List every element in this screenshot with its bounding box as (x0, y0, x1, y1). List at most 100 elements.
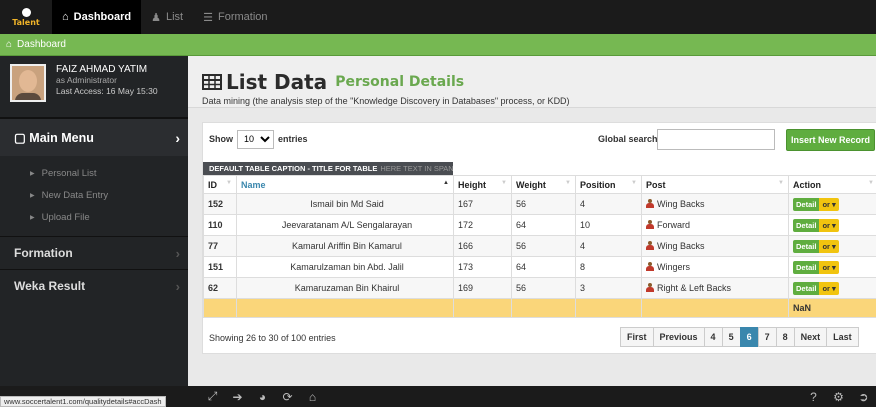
detail-split-button[interactable]: Detail or ▾ (793, 260, 839, 274)
table-footer-row: NaN (203, 298, 876, 318)
sidebar-item-new-data-entry[interactable]: ▶ New Data Entry (0, 184, 188, 206)
cell-height: 169 (453, 277, 512, 299)
cell-id: 110 (203, 214, 237, 236)
global-search-label: Global search: (598, 134, 661, 144)
user-role: as Administrator (56, 75, 117, 85)
cell-post: Wingers (641, 256, 789, 278)
cell-action: Detail or ▾ (788, 235, 876, 257)
detail-split-button[interactable]: Detail or ▾ (793, 239, 839, 253)
cell-weight: 56 (511, 277, 576, 299)
sidebar-group-formation[interactable]: Formation › (0, 236, 188, 269)
footer-total-value: NaN (788, 298, 876, 318)
cell-name: Kamarulzaman bin Abd. Jalil (236, 256, 454, 278)
cell-height: 172 (453, 214, 512, 236)
avatar (10, 64, 46, 102)
column-header-id[interactable]: ID ▼ (203, 175, 237, 194)
refresh-icon[interactable]: ⟳ (275, 390, 300, 404)
table-row: 151 Kamarulzaman bin Abd. Jalil 173 64 8… (203, 256, 876, 278)
cell-height: 173 (453, 256, 512, 278)
insert-new-record-button[interactable]: Insert New Record (786, 129, 875, 151)
cell-id: 151 (203, 256, 237, 278)
settings-icon[interactable]: ⚙ (826, 390, 851, 404)
detail-split-button[interactable]: Detail or ▾ (793, 281, 839, 295)
detail-button[interactable]: Detail (793, 281, 820, 295)
pagination-first[interactable]: First (620, 327, 654, 347)
pagination-previous[interactable]: Previous (652, 327, 705, 347)
pagination-last[interactable]: Last (826, 327, 859, 347)
breadcrumb-dashboard[interactable]: Dashboard (17, 39, 66, 50)
table-header-row: ID ▼ Name ▲ Height ▼ Weight ▼ Position ▼ Post… (203, 175, 876, 194)
detail-split-button[interactable]: Detail or ▾ (793, 197, 839, 211)
sidebar-group-weka-result[interactable]: Weka Result › (0, 269, 188, 302)
sidebar-item-personal-list[interactable]: ▶ Personal List (0, 162, 188, 184)
caret-down-icon: ▾ (832, 199, 836, 209)
home-icon: ⌂ (6, 39, 13, 50)
pagination-page[interactable]: 5 (721, 327, 741, 347)
pagination-page[interactable]: 8 (775, 327, 795, 347)
cell-height: 167 (453, 193, 512, 215)
home-icon[interactable]: ⌂ (300, 390, 325, 404)
main-content: List Data Personal Details Data mining (… (188, 56, 876, 386)
table-row: 77 Kamarul Ariffin Bin Kamarul 166 56 4 … (203, 235, 876, 257)
column-header-post[interactable]: Post ▼ (641, 175, 789, 194)
pagination-page[interactable]: 7 (757, 327, 777, 347)
table-caption: DEFAULT TABLE CAPTION - TITLE FOR TABLE H… (203, 162, 453, 175)
entries-select[interactable]: 10 (237, 129, 274, 149)
show-label: Show (209, 134, 233, 144)
fullscreen-icon[interactable]: ⤢ (200, 389, 225, 404)
column-header-action[interactable]: Action ▼ (788, 175, 876, 194)
sidebar: FAIZ AHMAD YATIM as Administrator Last A… (0, 56, 188, 386)
or-dropdown-button[interactable]: or ▾ (819, 197, 839, 211)
detail-button[interactable]: Detail (793, 239, 820, 253)
sidebar-item-upload-file[interactable]: ▶ Upload File (0, 206, 188, 228)
column-header-name[interactable]: Name ▲ (236, 175, 454, 194)
cell-position: 8 (575, 256, 642, 278)
detail-button[interactable]: Detail (793, 218, 820, 232)
pagination-page-current[interactable]: 6 (739, 327, 759, 347)
pagination-page[interactable]: 4 (703, 327, 723, 347)
detail-button[interactable]: Detail (793, 260, 820, 274)
tab-formation[interactable]: ☰ Formation (193, 0, 277, 34)
cell-post: Right & Left Backs (641, 277, 789, 299)
cell-id: 62 (203, 277, 237, 299)
sort-icon: ▼ (778, 179, 784, 186)
entries-info: Showing 26 to 30 of 100 entries (209, 333, 336, 343)
help-icon[interactable]: ? (801, 390, 826, 404)
detail-split-button[interactable]: Detail or ▾ (793, 218, 839, 232)
column-header-weight[interactable]: Weight ▼ (511, 175, 576, 194)
column-header-height[interactable]: Height ▼ (453, 175, 512, 194)
page-title: List Data Personal Details (202, 70, 876, 94)
or-dropdown-button[interactable]: or ▾ (819, 218, 839, 232)
sort-icon: ▼ (501, 179, 507, 186)
list-icon: ☰ (203, 11, 213, 24)
cell-id: 77 (203, 235, 237, 257)
caret-down-icon: ▾ (832, 220, 836, 230)
or-dropdown-button[interactable]: or ▾ (819, 260, 839, 274)
detail-button[interactable]: Detail (793, 197, 820, 211)
column-header-position[interactable]: Position ▼ (575, 175, 642, 194)
page-header: List Data Personal Details Data mining (… (188, 56, 876, 108)
cell-position: 3 (575, 277, 642, 299)
dashboard-icon[interactable]: ◕ (250, 390, 275, 404)
logo[interactable]: Talent (0, 0, 52, 34)
or-dropdown-button[interactable]: or ▾ (819, 239, 839, 253)
or-dropdown-button[interactable]: or ▾ (819, 281, 839, 295)
sign-in-icon[interactable]: ➔ (225, 390, 250, 404)
sort-icon: ▼ (631, 179, 637, 186)
triangle-right-icon: ▶ (30, 170, 35, 177)
cell-action: Detail or ▾ (788, 277, 876, 299)
data-table-panel: Show 10 entries Global search: Insert Ne… (202, 122, 876, 354)
logout-icon[interactable]: ➲ (851, 390, 876, 404)
sort-icon: ▼ (868, 179, 874, 186)
tab-label: List (166, 11, 184, 23)
caret-down-icon: ▾ (832, 283, 836, 293)
main-menu-toggle[interactable]: ▢ Main Menu › (0, 118, 188, 156)
global-search-input[interactable] (657, 129, 775, 150)
logo-text: Talent (12, 17, 40, 27)
cell-name: Jeevaratanam A/L Sengalarayan (236, 214, 454, 236)
tab-label: Formation (218, 11, 268, 23)
pagination-next[interactable]: Next (793, 327, 828, 347)
tab-list[interactable]: ♟ List (141, 0, 193, 34)
sort-icon: ▼ (226, 179, 232, 186)
tab-dashboard[interactable]: ⌂ Dashboard (52, 0, 142, 34)
